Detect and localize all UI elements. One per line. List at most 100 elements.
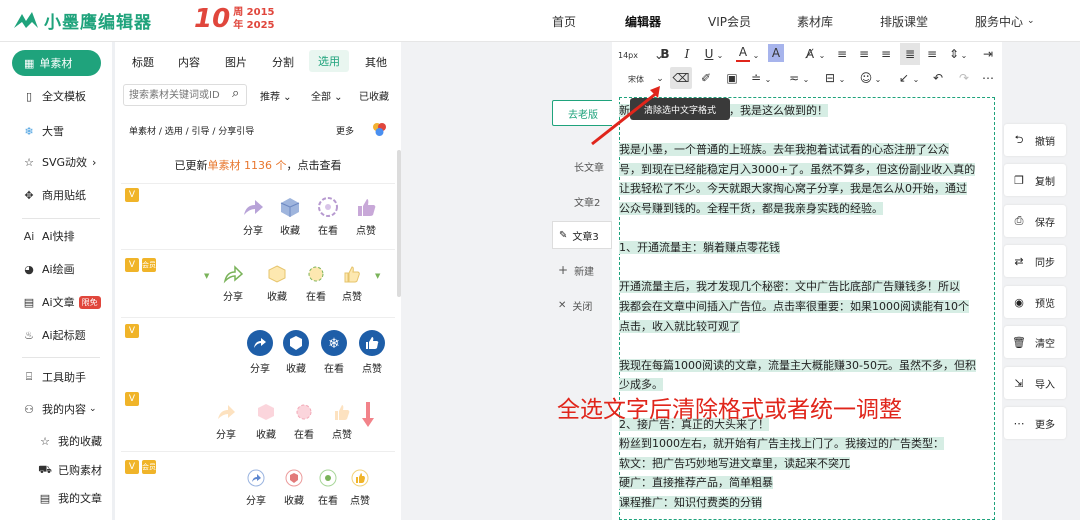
material-card[interactable]: V 分享 收藏 在看 点赞 — [121, 388, 395, 452]
collect-action[interactable]: 收藏 — [279, 468, 309, 507]
divider-icon[interactable]: ≂ — [786, 69, 802, 87]
sync-button[interactable]: ⇄ 同步 — [1004, 245, 1066, 277]
text-line[interactable]: 开通流量主后，我才发现几个秘密：文中广告比底部广告赚钱多！所以 — [619, 277, 960, 296]
margin-icon[interactable]: ⊟ — [822, 69, 838, 87]
close-article-button[interactable]: ✕ 关闭 — [552, 292, 614, 318]
sidebar-item-single-material[interactable]: ▦ 单素材 — [12, 50, 101, 76]
indent-icon[interactable]: ≡ — [924, 45, 940, 63]
bold-icon[interactable]: B — [658, 45, 672, 63]
tab-title[interactable]: 标题 — [132, 54, 154, 70]
tab-image[interactable]: 图片 — [225, 54, 247, 70]
chevron-down-icon[interactable]: ⌄ — [838, 70, 846, 88]
chevron-down-icon[interactable]: ⌄ — [802, 70, 810, 88]
font-color-icon[interactable]: A — [736, 44, 750, 62]
italic-icon[interactable]: I — [680, 45, 694, 63]
watch-action[interactable]: ❄ 在看 — [319, 330, 349, 375]
article-tab-long[interactable]: 长文章 — [552, 153, 614, 179]
sidebar-item-svg[interactable]: ☆ SVG动效 › — [22, 154, 96, 170]
tab-other[interactable]: 其他 — [365, 54, 387, 70]
collect-action[interactable]: 收藏 — [251, 402, 281, 441]
share-action[interactable]: 分享 — [241, 468, 271, 507]
text-line[interactable]: 课程推广：知识付费类的分销 — [619, 493, 762, 512]
text-line[interactable]: 号，到现在已经能稳定月入3000+了。虽然不算多，但这份副业收入真的 — [619, 160, 976, 179]
watch-action[interactable]: 在看 — [313, 468, 343, 507]
collect-action[interactable]: 收藏 — [281, 330, 311, 375]
chevron-down-icon[interactable]: ⌄ — [764, 70, 772, 88]
text-line[interactable]: 粉丝到1000左右，就开始有广告主找上门了。我接过的广告类型： — [619, 434, 944, 453]
tab-content[interactable]: 内容 — [178, 54, 200, 70]
chevron-down-icon[interactable]: ⌄ — [912, 70, 920, 88]
sidebar-item-stickers[interactable]: ✥ 商用贴纸 — [22, 187, 86, 203]
text-line[interactable]: 我现在每篇1000阅读的文章，流量主大概能赚30-50元。虽然不多，但积 — [619, 356, 976, 375]
share-action[interactable]: 分享 — [245, 330, 275, 375]
watch-action[interactable]: 在看 — [301, 264, 331, 303]
chevron-down-icon[interactable]: ⌄ — [874, 70, 882, 88]
sidebar-item-ai-layout[interactable]: Ai Ai快排 — [22, 228, 75, 244]
nav-service[interactable]: 服务中心 ⌄ — [975, 0, 1035, 42]
text-line[interactable]: 点击，收入就比较可观了 — [619, 317, 740, 336]
emoji-icon[interactable]: ☺ — [858, 69, 874, 87]
like-action[interactable]: 点赞 — [357, 330, 387, 375]
brand-logo[interactable]: 小墨鹰编辑器 — [12, 8, 152, 33]
nav-materials[interactable]: 素材库 — [797, 0, 833, 42]
arrow-icon[interactable]: ↙ — [896, 69, 912, 87]
sidebar-item-my-content[interactable]: ⚇ 我的内容 ⌄ — [22, 401, 96, 417]
spacing-icon[interactable]: ≐ — [748, 69, 764, 87]
like-action[interactable]: 点赞 — [327, 402, 357, 441]
underline-icon[interactable]: U — [702, 45, 716, 63]
share-action[interactable]: 分享 — [218, 264, 248, 303]
watch-action[interactable]: 在看 — [313, 196, 343, 237]
eraser-icon[interactable]: ⌫ — [670, 67, 692, 89]
sidebar-item-tools[interactable]: ⌸ 工具助手 — [22, 369, 86, 385]
nav-editor[interactable]: 编辑器 — [625, 0, 661, 42]
chevron-down-icon[interactable]: ⌄ — [752, 46, 760, 64]
share-action[interactable]: 分享 — [238, 196, 268, 237]
text-line[interactable]: 硬广：直接推荐产品，简单粗暴 — [619, 473, 773, 492]
format-painter-icon[interactable]: ✐ — [698, 69, 714, 87]
more-link[interactable]: 更多 — [336, 124, 354, 137]
search-icon[interactable]: ⌕ — [232, 86, 239, 101]
chevron-down-icon[interactable]: ⌄ — [960, 46, 968, 64]
sidebar-item-template[interactable]: ▯ 全文模板 — [22, 88, 86, 104]
watch-action[interactable]: 在看 — [289, 402, 319, 441]
text-line[interactable]: 公众号赚到钱的。全程干货，都是我亲身实践的经验。 — [619, 199, 883, 218]
sidebar-item-my-articles[interactable]: ▤ 我的文章 — [38, 490, 102, 506]
copy-button[interactable]: ❐ 复制 — [1004, 164, 1066, 196]
nav-courses[interactable]: 排版课堂 — [880, 0, 928, 42]
filter-all[interactable]: 全部 ⌄ — [311, 88, 343, 103]
sidebar-item-favorites[interactable]: ☆ 我的收藏 — [38, 433, 102, 449]
clear-button[interactable]: 🗑 清空 — [1004, 326, 1066, 358]
import-button[interactable]: ⇲ 导入 — [1004, 367, 1066, 399]
filter-recommend[interactable]: 推荐 ⌄ — [260, 88, 292, 103]
chevron-down-icon[interactable]: ⌄ — [716, 46, 724, 64]
tab-divider[interactable]: 分割 — [272, 54, 294, 70]
exit-icon[interactable]: ⇥ — [980, 45, 996, 63]
article-tab-3[interactable]: ✎ 文章3 — [552, 221, 612, 249]
share-action[interactable]: 分享 — [211, 402, 241, 441]
align-left-icon[interactable]: ≡ — [834, 45, 850, 63]
like-action[interactable]: 点赞 — [345, 468, 375, 507]
undo-button[interactable]: ⮌ 撤销 — [1004, 124, 1066, 156]
color-picker-icon[interactable] — [372, 122, 387, 137]
article-tab-2[interactable]: 文章2 — [552, 188, 614, 214]
save-button[interactable]: ⎙ 保存 — [1004, 205, 1066, 237]
material-card[interactable]: V 会员 分享 收藏 在看 点赞 — [121, 456, 395, 520]
text-line[interactable]: 我是小墨，一个普通的上班族。去年我抱着试试看的心态注册了公众 — [619, 140, 949, 159]
text-effect-icon[interactable]: A̸ — [802, 45, 818, 63]
collect-action[interactable]: 收藏 — [262, 264, 292, 303]
background-color-icon[interactable]: A — [768, 44, 784, 62]
redo-icon[interactable]: ↷ — [956, 69, 972, 87]
align-justify-icon[interactable]: ≣ — [900, 43, 920, 65]
sidebar-item-purchased[interactable]: ⛟ 已购素材 — [38, 462, 102, 478]
image-icon[interactable]: ▣ — [724, 69, 740, 87]
nav-vip[interactable]: VIP会员 — [708, 0, 751, 42]
collect-action[interactable]: 收藏 — [275, 196, 305, 237]
text-line[interactable]: 我都会在文章中间插入广告位。点击率很重要：如果1000阅读能有10个 — [619, 297, 969, 316]
text-line[interactable]: 软文：把广告巧妙地写进文章里，读起来不突兀 — [619, 454, 850, 473]
sidebar-item-ai-article[interactable]: ▤ Ai文章 限免 — [22, 294, 101, 310]
new-article-button[interactable]: + 新建 — [552, 257, 614, 283]
search-input[interactable] — [123, 84, 247, 106]
like-action[interactable]: 点赞 — [337, 264, 367, 303]
update-notice[interactable]: 已更新 单素材 1136 个 ，点击查看 — [121, 146, 395, 184]
undo-icon[interactable]: ↶ — [930, 69, 946, 87]
